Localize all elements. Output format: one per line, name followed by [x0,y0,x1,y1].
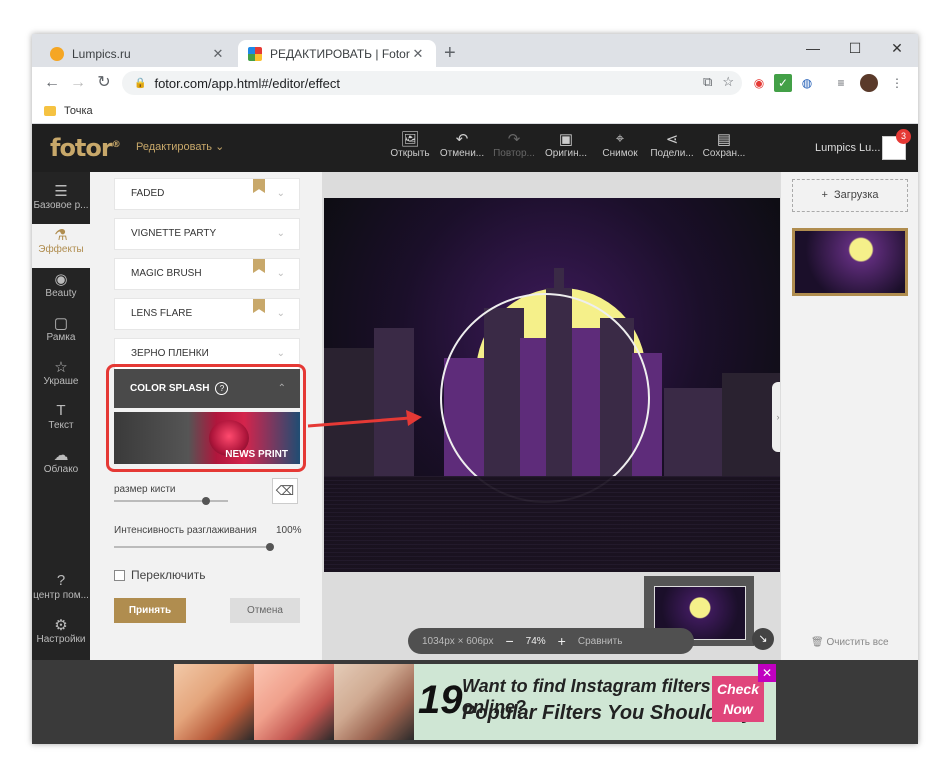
arrow-head [406,410,422,426]
browser-window: Lumpics.ru ✕ РЕДАКТИРОВАТЬ | Fotor ✕ + —… [32,34,918,744]
annotation-arrow [307,410,422,428]
arrow-line [307,416,411,428]
